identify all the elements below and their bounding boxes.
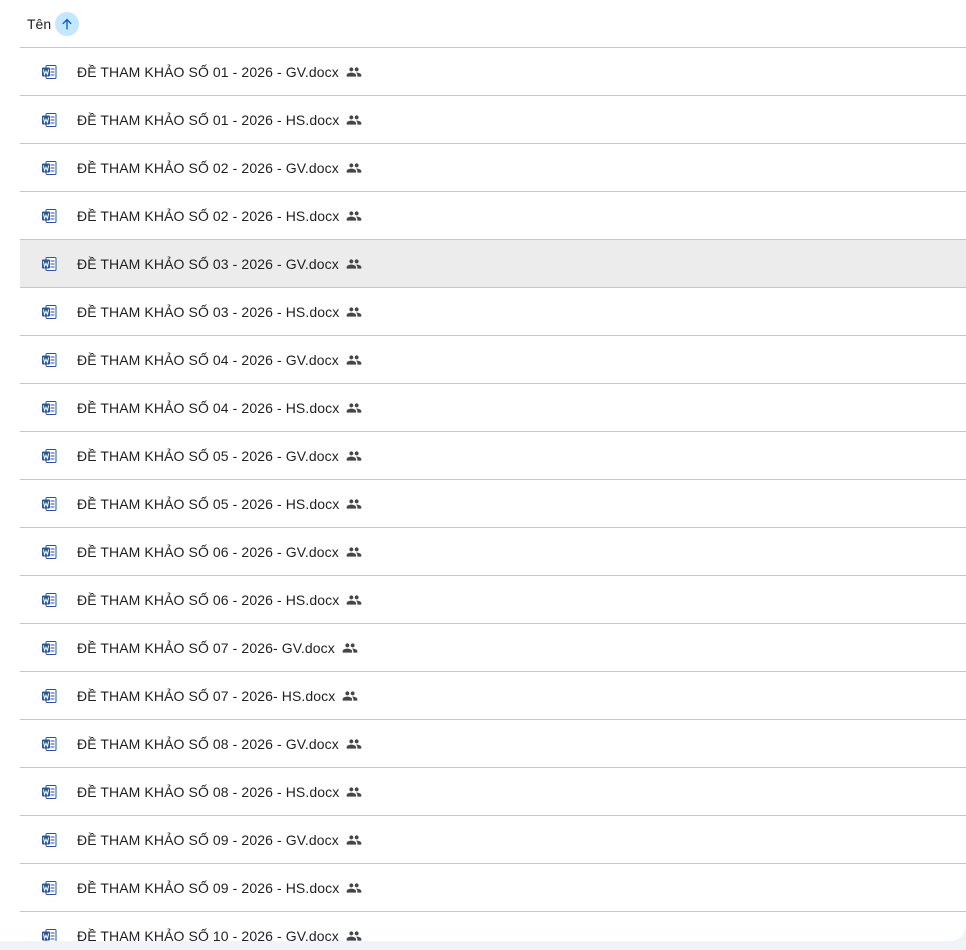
file-name: ĐỀ THAM KHẢO SỐ 02 - 2026 - GV.docx: [77, 159, 339, 176]
file-name: ĐỀ THAM KHẢO SỐ 02 - 2026 - HS.docx: [77, 207, 340, 224]
shared-people-icon: [346, 352, 362, 368]
file-name: ĐỀ THAM KHẢO SỐ 03 - 2026 - GV.docx: [77, 255, 339, 272]
file-row[interactable]: ĐỀ THAM KHẢO SỐ 01 - 2026 - HS.docx: [20, 96, 966, 144]
word-doc-icon: [41, 640, 57, 656]
word-doc-icon: [41, 784, 57, 800]
shared-people-icon: [342, 688, 358, 704]
file-row[interactable]: ĐỀ THAM KHẢO SỐ 09 - 2026 - HS.docx: [20, 864, 966, 912]
shared-people-icon: [346, 736, 362, 752]
shared-people-icon: [346, 496, 362, 512]
shared-people-icon: [346, 208, 362, 224]
file-name: ĐỀ THAM KHẢO SỐ 05 - 2026 - GV.docx: [77, 447, 339, 464]
file-row[interactable]: ĐỀ THAM KHẢO SỐ 07 - 2026- GV.docx: [20, 624, 966, 672]
file-name: ĐỀ THAM KHẢO SỐ 09 - 2026 - HS.docx: [77, 879, 340, 896]
file-row[interactable]: ĐỀ THAM KHẢO SỐ 02 - 2026 - GV.docx: [20, 144, 966, 192]
shared-people-icon: [346, 64, 362, 80]
shared-people-icon: [346, 112, 362, 128]
file-name: ĐỀ THAM KHẢO SỐ 01 - 2026 - HS.docx: [77, 111, 340, 128]
shared-people-icon: [346, 784, 362, 800]
file-name: ĐỀ THAM KHẢO SỐ 05 - 2026 - HS.docx: [77, 495, 340, 512]
file-row[interactable]: ĐỀ THAM KHẢO SỐ 02 - 2026 - HS.docx: [20, 192, 966, 240]
word-doc-icon: [41, 256, 57, 272]
word-doc-icon: [41, 448, 57, 464]
shared-people-icon: [346, 544, 362, 560]
word-doc-icon: [41, 832, 57, 848]
word-doc-icon: [41, 688, 57, 704]
shared-people-icon: [342, 640, 358, 656]
file-name: ĐỀ THAM KHẢO SỐ 08 - 2026 - HS.docx: [77, 783, 340, 800]
file-row[interactable]: ĐỀ THAM KHẢO SỐ 10 - 2026 - GV.docx: [20, 912, 966, 941]
file-name: ĐỀ THAM KHẢO SỐ 09 - 2026 - GV.docx: [77, 831, 339, 848]
word-doc-icon: [41, 880, 57, 896]
word-doc-icon: [41, 400, 57, 416]
file-name: ĐỀ THAM KHẢO SỐ 03 - 2026 - HS.docx: [77, 303, 340, 320]
sort-ascending-button[interactable]: [55, 11, 80, 36]
word-doc-icon: [41, 112, 57, 128]
arrow-up-icon: [62, 18, 72, 29]
shared-people-icon: [346, 160, 362, 176]
file-name: ĐỀ THAM KHẢO SỐ 07 - 2026- HS.docx: [77, 687, 336, 704]
shared-people-icon: [346, 592, 362, 608]
file-row[interactable]: ĐỀ THAM KHẢO SỐ 03 - 2026 - GV.docx: [20, 240, 966, 288]
file-row[interactable]: ĐỀ THAM KHẢO SỐ 06 - 2026 - GV.docx: [20, 528, 966, 576]
file-name: ĐỀ THAM KHẢO SỐ 10 - 2026 - GV.docx: [77, 927, 339, 942]
shared-people-icon: [346, 304, 362, 320]
shared-people-icon: [346, 880, 362, 896]
file-row[interactable]: ĐỀ THAM KHẢO SỐ 07 - 2026- HS.docx: [20, 672, 966, 720]
word-doc-icon: [41, 736, 57, 752]
shared-people-icon: [346, 832, 362, 848]
shared-people-icon: [346, 448, 362, 464]
file-row[interactable]: ĐỀ THAM KHẢO SỐ 04 - 2026 - GV.docx: [20, 336, 966, 384]
file-list: ĐỀ THAM KHẢO SỐ 01 - 2026 - GV.docx ĐỀ T…: [20, 48, 966, 941]
shared-people-icon: [346, 256, 362, 272]
file-row[interactable]: ĐỀ THAM KHẢO SỐ 08 - 2026 - HS.docx: [20, 768, 966, 816]
word-doc-icon: [41, 160, 57, 176]
word-doc-icon: [41, 352, 57, 368]
file-row[interactable]: ĐỀ THAM KHẢO SỐ 08 - 2026 - GV.docx: [20, 720, 966, 768]
file-row[interactable]: ĐỀ THAM KHẢO SỐ 04 - 2026 - HS.docx: [20, 384, 966, 432]
file-name: ĐỀ THAM KHẢO SỐ 08 - 2026 - GV.docx: [77, 735, 339, 752]
file-list-panel: Tên ĐỀ THAM KHẢO SỐ 01 - 2026 - GV.docx: [0, 0, 966, 941]
word-doc-icon: [41, 496, 57, 512]
file-row[interactable]: ĐỀ THAM KHẢO SỐ 03 - 2026 - HS.docx: [20, 288, 966, 336]
file-name: ĐỀ THAM KHẢO SỐ 04 - 2026 - HS.docx: [77, 399, 340, 416]
file-row[interactable]: ĐỀ THAM KHẢO SỐ 09 - 2026 - GV.docx: [20, 816, 966, 864]
file-name: ĐỀ THAM KHẢO SỐ 07 - 2026- GV.docx: [77, 639, 335, 656]
file-name: ĐỀ THAM KHẢO SỐ 01 - 2026 - GV.docx: [77, 63, 339, 80]
word-doc-icon: [41, 64, 57, 80]
name-column-sort[interactable]: Tên: [27, 11, 80, 36]
shared-people-icon: [346, 928, 362, 942]
file-name: ĐỀ THAM KHẢO SỐ 04 - 2026 - GV.docx: [77, 351, 339, 368]
file-name: ĐỀ THAM KHẢO SỐ 06 - 2026 - GV.docx: [77, 543, 339, 560]
file-row[interactable]: ĐỀ THAM KHẢO SỐ 05 - 2026 - GV.docx: [20, 432, 966, 480]
file-row[interactable]: ĐỀ THAM KHẢO SỐ 05 - 2026 - HS.docx: [20, 480, 966, 528]
list-header: Tên: [20, 0, 966, 48]
name-column-label: Tên: [27, 15, 52, 32]
shared-people-icon: [346, 400, 362, 416]
word-doc-icon: [41, 208, 57, 224]
file-row[interactable]: ĐỀ THAM KHẢO SỐ 01 - 2026 - GV.docx: [20, 48, 966, 96]
file-name: ĐỀ THAM KHẢO SỐ 06 - 2026 - HS.docx: [77, 591, 340, 608]
word-doc-icon: [41, 304, 57, 320]
word-doc-icon: [41, 592, 57, 608]
word-doc-icon: [41, 928, 57, 941]
file-row[interactable]: ĐỀ THAM KHẢO SỐ 06 - 2026 - HS.docx: [20, 576, 966, 624]
word-doc-icon: [41, 544, 57, 560]
